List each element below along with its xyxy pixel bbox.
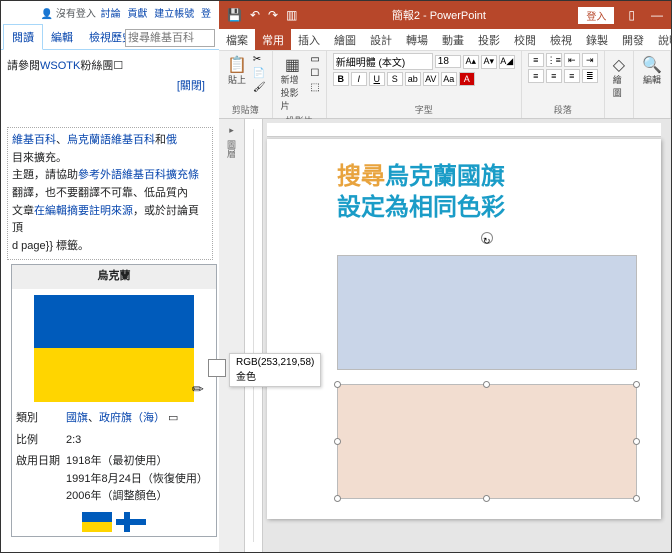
wikipedia-pane: 👤 沒有登入 討論 貢獻 建立帳號 登 閱讀 編輯 檢視歷史 請參閱WSOTK粉…	[1, 1, 219, 552]
indent-right-icon[interactable]: ⇥	[582, 53, 598, 67]
italic-icon[interactable]: I	[351, 72, 367, 86]
tab-draw[interactable]: 繪圖	[327, 29, 363, 50]
contrib-link[interactable]: 貢獻	[127, 9, 147, 20]
group-paragraph: 段落	[528, 103, 598, 116]
spacing-icon[interactable]: AV	[423, 72, 439, 86]
talk-link[interactable]: 討論	[101, 9, 121, 20]
powerpoint-window: 💾 ↶ ↷ ▥ 簡報2 - PowerPoint 登入 ▯ — 檔案 常用 插入…	[219, 1, 671, 552]
slide-title: 搜尋烏克蘭國旗 設定為相同色彩	[337, 161, 505, 223]
redo-icon[interactable]: ↷	[268, 8, 278, 22]
tab-transitions[interactable]: 轉場	[399, 29, 435, 50]
new-slide-button[interactable]: ▦新增投影片	[279, 53, 307, 114]
titlebar: 💾 ↶ ↷ ▥ 簡報2 - PowerPoint 登入 ▯ —	[219, 1, 671, 29]
vertical-ruler	[245, 119, 263, 552]
wiki-body: 請參閱WSOTK粉絲團☐ [關閉] 維基百科、烏克蘭語維基百科和俄 目來擴充。 …	[1, 50, 219, 549]
horizontal-ruler	[267, 123, 661, 137]
small-flag-2	[116, 512, 146, 532]
ribbon-tabs: 檔案 常用 插入 繪圖 設計 轉場 動畫 投影 校閱 檢視 錄製 開發 說明 M…	[219, 29, 671, 51]
justify-icon[interactable]: ≣	[582, 69, 598, 83]
page-tabs: 閱讀 編輯 檢視歷史	[1, 24, 219, 50]
font-color-icon[interactable]: A	[459, 72, 475, 86]
group-clipboard: 剪貼簿	[225, 103, 266, 116]
shadow-icon[interactable]: ab	[405, 72, 421, 86]
bullets-icon[interactable]: ≡	[528, 53, 544, 67]
align-left-icon[interactable]: ≡	[528, 69, 544, 83]
tab-developer[interactable]: 開發	[615, 29, 651, 50]
paste-button[interactable]: 📋貼上	[225, 53, 249, 88]
color-name: 金色	[236, 368, 314, 383]
save-icon[interactable]: 💾	[227, 8, 242, 22]
link-gov-flag[interactable]: 政府旗（海）	[99, 412, 165, 424]
slide-area: ▸圖層 搜尋烏克蘭國旗 設定為相同色彩	[219, 119, 671, 552]
notice-pre: 請參閱	[7, 60, 40, 72]
strike-icon[interactable]: S	[387, 72, 403, 86]
link-source[interactable]: 在編輯摘要註明來源	[34, 205, 133, 217]
align-center-icon[interactable]: ≡	[546, 69, 562, 83]
font-select[interactable]: 新細明體 (本文)	[333, 53, 433, 70]
slide-canvas[interactable]: 搜尋烏克蘭國旗 設定為相同色彩	[267, 139, 661, 519]
tab-view[interactable]: 檢視	[543, 29, 579, 50]
minimize-icon[interactable]: —	[643, 8, 671, 22]
grow-font-icon[interactable]: A▴	[463, 55, 479, 69]
group-font: 字型	[333, 103, 515, 116]
link-ru[interactable]: 俄	[166, 134, 177, 146]
color-tooltip: RGB(253,219,58) 金色	[229, 353, 321, 387]
tab-design[interactable]: 設計	[363, 29, 399, 50]
start-icon[interactable]: ▥	[286, 8, 297, 22]
undo-icon[interactable]: ↶	[250, 8, 260, 22]
login-button[interactable]: 登入	[578, 7, 614, 24]
user-links: 👤 沒有登入 討論 貢獻 建立帳號 登	[1, 1, 219, 24]
underline-icon[interactable]: U	[369, 72, 385, 86]
search-box	[125, 29, 215, 47]
tab-slideshow[interactable]: 投影	[471, 29, 507, 50]
thumbnail-pane[interactable]: ▸圖層	[219, 119, 245, 552]
tab-file[interactable]: 檔案	[219, 29, 255, 50]
tab-record[interactable]: 錄製	[579, 29, 615, 50]
tab-animations[interactable]: 動畫	[435, 29, 471, 50]
notice-post: 粉絲團	[80, 60, 113, 72]
font-size[interactable]: 18	[435, 55, 461, 68]
case-icon[interactable]: Aa	[441, 72, 457, 86]
wsotk-link[interactable]: WSOTK	[40, 60, 80, 72]
shape-rectangle-bottom[interactable]	[337, 384, 637, 499]
small-flag-1	[82, 512, 112, 532]
tab-home[interactable]: 常用	[255, 29, 291, 50]
shape-rectangle-top[interactable]	[337, 255, 637, 370]
link-wikipedia[interactable]: 維基百科	[12, 134, 56, 146]
tab-edit[interactable]: 編輯	[43, 25, 81, 49]
window-title: 簡報2 - PowerPoint	[305, 7, 572, 23]
not-logged-text: 沒有登入	[56, 9, 96, 20]
tab-read[interactable]: 閱讀	[3, 24, 43, 50]
search-input[interactable]	[125, 29, 215, 47]
link-flag-cat[interactable]: 國旗	[66, 412, 88, 424]
editing-button[interactable]: 🔍編輯	[640, 53, 664, 88]
login-link[interactable]: 登	[201, 9, 211, 20]
infobox: 烏克蘭 ✎ 類別 國旗、政府旗（海） ▭ 比例 2:3 啟用日期 1918年（最…	[11, 264, 217, 537]
infobox-title: 烏克蘭	[12, 265, 216, 289]
hide-link[interactable]: [關閉]	[177, 80, 205, 92]
indent-left-icon[interactable]: ⇤	[564, 53, 580, 67]
rotate-handle-icon[interactable]	[481, 232, 493, 244]
numbering-icon[interactable]: ⋮≡	[546, 53, 562, 67]
tab-review[interactable]: 校閱	[507, 29, 543, 50]
bold-icon[interactable]: B	[333, 72, 349, 86]
shapes-button[interactable]: ◇繪圖	[611, 53, 627, 101]
ribbon-options-icon[interactable]: ▯	[620, 8, 643, 22]
clear-format-icon[interactable]: A◢	[499, 55, 515, 69]
ukraine-flag: ✎	[34, 295, 194, 402]
shrink-font-icon[interactable]: A▾	[481, 55, 497, 69]
color-rgb: RGB(253,219,58)	[236, 357, 314, 368]
align-right-icon[interactable]: ≡	[564, 69, 580, 83]
tab-insert[interactable]: 插入	[291, 29, 327, 50]
link-uk-wiki[interactable]: 烏克蘭語維基百科	[67, 134, 155, 146]
tab-help[interactable]: 說明	[651, 29, 672, 50]
color-sample-swatch	[208, 359, 226, 377]
ribbon: 📋貼上 ✂📄🖌 剪貼簿 ▦新增投影片 ▭☐⬚ 投影片 新細明體 (本文) 18 …	[219, 51, 671, 119]
link-expand[interactable]: 參考外語維基百科擴充條	[78, 169, 199, 181]
create-account-link[interactable]: 建立帳號	[154, 9, 194, 20]
